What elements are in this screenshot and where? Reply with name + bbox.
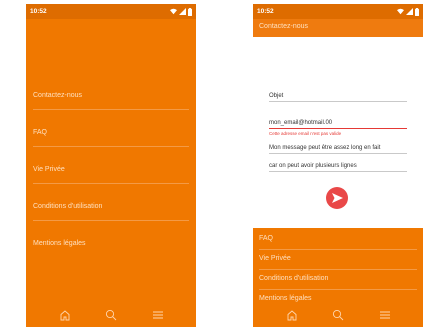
menu-item-terms[interactable]: Conditions d'utilisation <box>33 199 189 215</box>
search-icon[interactable] <box>332 309 344 321</box>
battery-icon <box>188 7 192 16</box>
status-icons <box>397 7 419 16</box>
menu-divider <box>259 269 417 270</box>
phone-contact-screen: 10:52 Contactez-nous Objet mon_email@hot… <box>253 4 423 327</box>
send-icon <box>332 193 343 203</box>
status-time: 10:52 <box>30 8 47 15</box>
email-field[interactable]: mon_email@hotmail.00 <box>269 118 407 129</box>
wifi-icon <box>397 8 404 15</box>
app-bar: Contactez-nous <box>253 19 423 37</box>
menu-divider <box>33 109 189 110</box>
menu-item-contact[interactable]: Contactez-nous <box>33 88 189 104</box>
menu-item-legal[interactable]: Mentions légales <box>33 236 189 252</box>
menu-item-faq[interactable]: FAQ <box>33 125 189 141</box>
status-bar: 10:52 <box>26 4 196 19</box>
bottom-navigation <box>253 303 423 327</box>
subject-input[interactable]: Objet <box>269 91 407 102</box>
battery-icon <box>415 7 419 16</box>
message-input-line-2[interactable]: car on peut avoir plusieurs lignes <box>269 161 407 172</box>
menu-icon[interactable] <box>152 309 164 321</box>
menu-divider <box>259 249 417 250</box>
phone-menu-screen: 10:52 Contactez-nous FAQ Vie Privée Cond… <box>26 4 196 327</box>
status-icons <box>170 7 192 16</box>
home-icon[interactable] <box>286 309 298 321</box>
contact-form: Objet mon_email@hotmail.00 Cette adresse… <box>253 37 423 228</box>
email-error-message: Cette adresse email n'est pas valide <box>269 131 342 136</box>
status-time: 10:52 <box>257 8 274 15</box>
menu-item-privacy[interactable]: Vie Privée <box>33 162 189 178</box>
menu-divider <box>259 289 417 290</box>
signal-icon <box>406 8 413 15</box>
signal-icon <box>179 8 186 15</box>
bottom-navigation <box>26 303 196 327</box>
screenshot-stage: 10:52 Contactez-nous FAQ Vie Privée Cond… <box>0 0 439 327</box>
status-bar: 10:52 <box>253 4 423 19</box>
page-title: Contactez-nous <box>259 23 309 30</box>
menu-divider <box>33 183 189 184</box>
wifi-icon <box>170 8 177 15</box>
menu-divider <box>33 220 189 221</box>
menu-item-terms[interactable]: Conditions d'utilisation <box>259 272 417 286</box>
home-icon[interactable] <box>59 309 71 321</box>
menu-divider <box>33 146 189 147</box>
search-icon[interactable] <box>105 309 117 321</box>
menu-icon[interactable] <box>379 309 391 321</box>
send-button[interactable] <box>326 187 348 209</box>
menu-item-privacy[interactable]: Vie Privée <box>259 252 417 266</box>
message-input-line-1[interactable]: Mon message peut être assez long en fait <box>269 143 407 154</box>
menu-item-faq[interactable]: FAQ <box>259 232 417 246</box>
